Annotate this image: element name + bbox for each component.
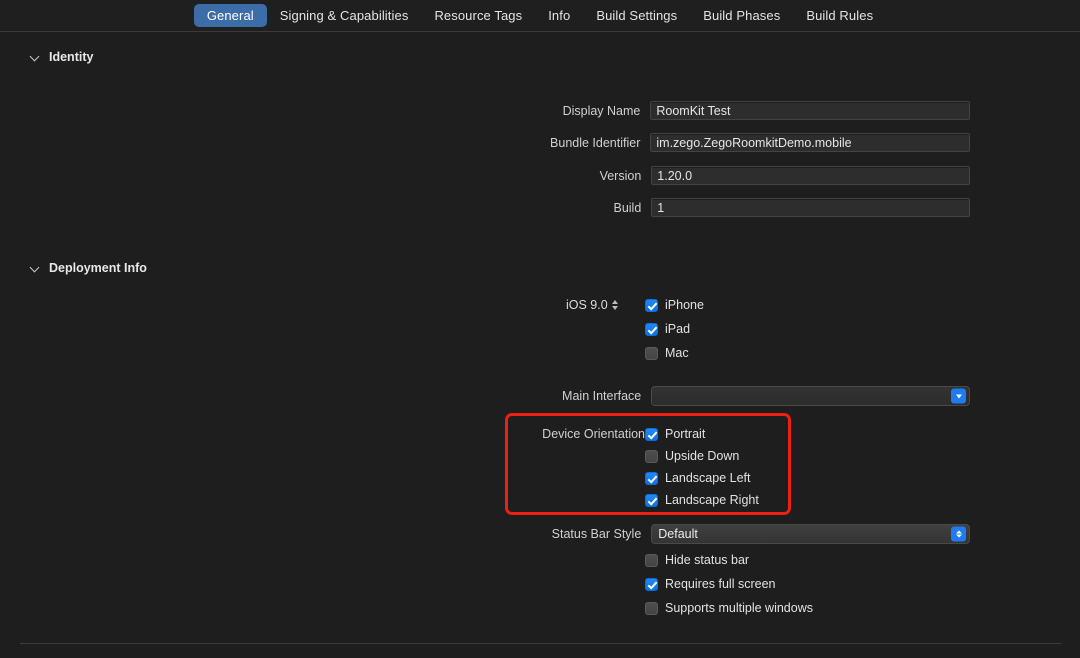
label-version: Version [375, 169, 651, 183]
checkbox-supports-multiple-windows[interactable] [645, 602, 658, 615]
tab-build-rules[interactable]: Build Rules [793, 4, 886, 27]
tab-general[interactable]: General [194, 4, 267, 27]
checkbox-row-ipad[interactable]: iPad [645, 322, 690, 336]
label-status-bar-style: Status Bar Style [375, 527, 651, 541]
section-header-identity[interactable]: Identity [30, 50, 93, 64]
checkbox-upside-down[interactable] [645, 450, 658, 463]
label-bundle-identifier: Bundle Identifier [375, 136, 650, 150]
checkbox-hide-status-bar[interactable] [645, 554, 658, 567]
dropdown-status-bar-style[interactable]: Default [651, 524, 970, 544]
chevron-down-icon [30, 263, 40, 273]
field-row-build: Build 1 [375, 198, 970, 217]
tab-info[interactable]: Info [535, 4, 583, 27]
checkbox-row-portrait[interactable]: Portrait [645, 427, 705, 441]
checkbox-row-hide-status-bar[interactable]: Hide status bar [645, 553, 749, 567]
checkbox-requires-full-screen[interactable] [645, 578, 658, 591]
checkbox-ipad[interactable] [645, 323, 658, 336]
stepper-updown-icon[interactable] [612, 299, 618, 311]
checkbox-label-requires-full-screen: Requires full screen [665, 577, 775, 591]
project-editor-tab-bar: General Signing & Capabilities Resource … [0, 0, 1080, 31]
field-row-main-interface: Main Interface [375, 386, 970, 406]
checkbox-landscape-left[interactable] [645, 472, 658, 485]
field-row-display-name: Display Name RoomKit Test [375, 101, 970, 120]
input-build[interactable]: 1 [651, 198, 970, 217]
checkbox-label-mac: Mac [665, 346, 689, 360]
label-main-interface: Main Interface [375, 389, 651, 403]
checkbox-row-upside-down[interactable]: Upside Down [645, 449, 739, 463]
checkbox-label-hide-status-bar: Hide status bar [665, 553, 749, 567]
input-display-name[interactable]: RoomKit Test [650, 101, 970, 120]
xcode-general-settings-pane: General Signing & Capabilities Resource … [0, 0, 1080, 658]
dropdown-value-status-bar-style: Default [658, 527, 698, 541]
ios-deployment-target-stepper[interactable]: iOS 9.0 [566, 298, 618, 312]
tab-signing-capabilities[interactable]: Signing & Capabilities [267, 4, 422, 27]
checkbox-row-requires-full-screen[interactable]: Requires full screen [645, 577, 775, 591]
checkbox-iphone[interactable] [645, 299, 658, 312]
tab-bar-divider [0, 31, 1080, 32]
checkbox-row-landscape-left[interactable]: Landscape Left [645, 471, 751, 485]
checkbox-label-iphone: iPhone [665, 298, 704, 312]
content-bottom-divider [20, 643, 1062, 644]
label-build: Build [375, 201, 651, 215]
field-row-version: Version 1.20.0 [375, 166, 970, 185]
tab-resource-tags[interactable]: Resource Tags [421, 4, 535, 27]
chevron-down-icon [30, 52, 40, 62]
checkbox-label-upside-down: Upside Down [665, 449, 739, 463]
dropdown-main-interface[interactable] [651, 386, 970, 406]
label-device-orientation: Device Orientation [375, 427, 655, 441]
chevron-updown-icon[interactable] [951, 527, 966, 542]
section-title-deployment-info: Deployment Info [49, 261, 147, 275]
checkbox-mac[interactable] [645, 347, 658, 360]
checkbox-row-supports-multiple-windows[interactable]: Supports multiple windows [645, 601, 813, 615]
label-display-name: Display Name [375, 104, 650, 118]
checkbox-label-ipad: iPad [665, 322, 690, 336]
tab-build-phases[interactable]: Build Phases [690, 4, 793, 27]
ios-version-value: iOS 9.0 [566, 298, 608, 312]
checkbox-portrait[interactable] [645, 428, 658, 441]
field-row-bundle-identifier: Bundle Identifier im.zego.ZegoRoomkitDem… [375, 133, 970, 152]
checkbox-label-portrait: Portrait [665, 427, 705, 441]
checkbox-row-landscape-right[interactable]: Landscape Right [645, 493, 759, 507]
checkbox-landscape-right[interactable] [645, 494, 658, 507]
input-version[interactable]: 1.20.0 [651, 166, 970, 185]
checkbox-label-landscape-left: Landscape Left [665, 471, 751, 485]
input-bundle-identifier[interactable]: im.zego.ZegoRoomkitDemo.mobile [650, 133, 970, 152]
section-title-identity: Identity [49, 50, 93, 64]
checkbox-label-supports-multiple-windows: Supports multiple windows [665, 601, 813, 615]
checkbox-row-iphone[interactable]: iPhone [645, 298, 704, 312]
chevron-down-icon[interactable] [951, 389, 966, 404]
section-header-deployment-info[interactable]: Deployment Info [30, 261, 147, 275]
field-row-status-bar-style: Status Bar Style Default [375, 524, 970, 544]
field-row-device-orientation: Device Orientation [375, 427, 795, 441]
checkbox-row-mac[interactable]: Mac [645, 346, 689, 360]
checkbox-label-landscape-right: Landscape Right [665, 493, 759, 507]
tab-build-settings[interactable]: Build Settings [583, 4, 690, 27]
